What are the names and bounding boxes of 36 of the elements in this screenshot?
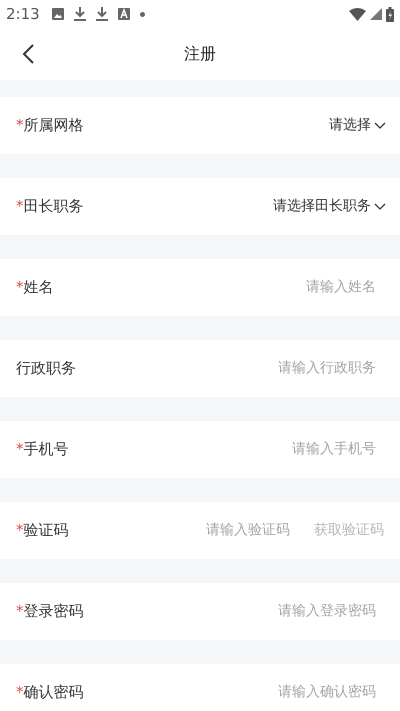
chevron-down-icon xyxy=(374,202,386,210)
input-field[interactable]: 请输入姓名 xyxy=(226,277,376,298)
chevron-down-icon xyxy=(374,122,386,130)
field-label: 所属网格 xyxy=(24,115,84,136)
field-label: 确认密码 xyxy=(24,682,84,704)
input-field[interactable]: 请输入确认密码 xyxy=(226,682,376,703)
download-icon xyxy=(74,7,86,21)
page-title: 注册 xyxy=(184,43,216,65)
required-mark: * xyxy=(16,601,24,622)
select-dropdown[interactable]: 请选择田长职务 xyxy=(273,196,386,217)
input-field[interactable]: 请输入行政职务 xyxy=(226,358,376,379)
required-mark: * xyxy=(16,115,24,136)
required-mark: * xyxy=(16,520,24,542)
field-label: 姓名 xyxy=(24,277,54,298)
input-field[interactable]: 请输入验证码 xyxy=(190,520,290,541)
signal-icon xyxy=(370,8,382,20)
image-icon xyxy=(52,8,64,20)
status-time: 2:13 xyxy=(6,4,40,25)
select-dropdown[interactable]: 请选择 xyxy=(329,115,386,136)
back-icon[interactable] xyxy=(22,44,34,64)
wifi-icon xyxy=(349,8,366,20)
field-label: 登录密码 xyxy=(24,601,84,622)
field-label: 手机号 xyxy=(24,439,68,460)
required-mark: * xyxy=(16,277,24,298)
font-icon xyxy=(118,8,130,20)
required-mark: * xyxy=(16,682,24,704)
dot-icon xyxy=(140,12,145,16)
field-label: 田长职务 xyxy=(24,196,84,218)
required-mark: * xyxy=(16,196,24,218)
input-field[interactable]: 请输入手机号 xyxy=(226,439,376,460)
input-field[interactable]: 请输入登录密码 xyxy=(226,601,376,622)
required-mark: * xyxy=(16,439,24,460)
field-label: 验证码 xyxy=(24,520,68,542)
battery-icon xyxy=(386,6,394,22)
download-icon xyxy=(96,7,108,21)
field-label: 行政职务 xyxy=(16,358,76,380)
